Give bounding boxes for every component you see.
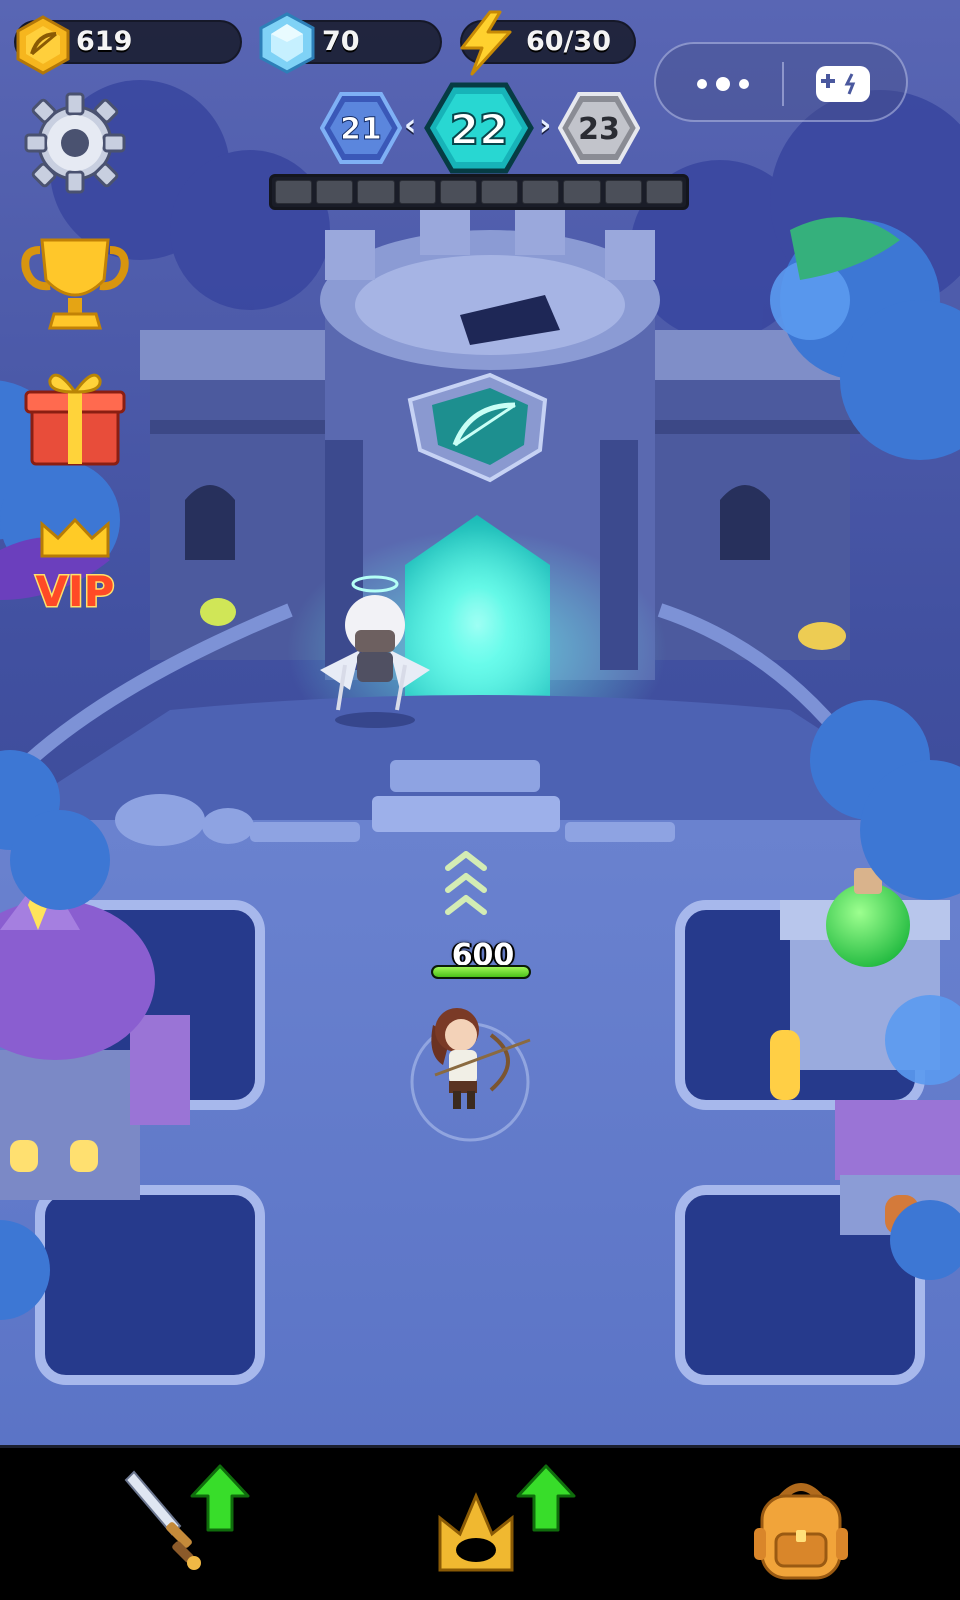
vip-label: VIP — [36, 567, 115, 616]
lightning-icon — [460, 10, 512, 76]
wave-progress-segment — [357, 180, 395, 204]
crown-icon — [40, 517, 110, 558]
diamond-icon — [259, 12, 315, 74]
level-node-current[interactable]: 22 — [424, 82, 534, 174]
wave-progress-segment — [604, 180, 642, 204]
archer-hero — [410, 1008, 531, 1142]
settings-button[interactable] — [20, 88, 130, 198]
wave-progress-segment — [398, 180, 436, 204]
level-chevron-left-icon: ‹ — [404, 108, 417, 143]
bow-coin-icon — [16, 15, 70, 75]
energy-counter[interactable]: 60/30 — [460, 10, 636, 76]
wave-progress-segment — [316, 180, 354, 204]
heroes-button[interactable] — [430, 1460, 590, 1590]
level-current-label: 22 — [450, 105, 508, 154]
gems-counter[interactable]: 70 — [259, 12, 442, 74]
wave-progress-segment — [275, 180, 313, 204]
player-hp-fill — [433, 967, 529, 977]
game-screen: 600 619 70 60/30 21 22 23 ‹ › VIP — [0, 0, 960, 1600]
wave-progress-segment — [645, 180, 684, 204]
sword-icon — [124, 1470, 201, 1570]
backpack-icon — [754, 1483, 848, 1580]
upgrade-arrow-icon — [516, 1464, 576, 1532]
level-node-previous[interactable]: 21 — [320, 92, 402, 164]
level-previous-label: 21 — [340, 112, 382, 147]
gold-value: 619 — [76, 26, 133, 57]
gear-icon — [24, 92, 126, 194]
bottom-nav-bar — [0, 1445, 960, 1600]
vip-button[interactable]: VIP — [20, 516, 130, 626]
wave-progress-segment — [522, 180, 560, 204]
gift-button[interactable] — [20, 362, 130, 472]
miniprogram-capsule — [654, 42, 908, 122]
ranking-button[interactable] — [20, 232, 130, 342]
wave-progress-segment — [481, 180, 519, 204]
gold-counter[interactable]: 619 — [14, 15, 242, 75]
player-hp-bar — [431, 965, 531, 979]
level-next-label: 23 — [578, 112, 620, 147]
wave-progress-segment — [439, 180, 478, 204]
wave-progress-bar — [269, 174, 689, 210]
crown-icon — [438, 1492, 514, 1572]
gamepad-icon[interactable] — [812, 62, 874, 106]
gems-value: 70 — [322, 26, 360, 57]
level-chevron-right-icon: › — [539, 108, 552, 143]
trophy-icon — [21, 238, 129, 330]
level-node-next[interactable]: 23 — [558, 92, 640, 164]
game-scene — [0, 0, 960, 1445]
winged-knight-enemy — [320, 575, 430, 728]
weapon-button[interactable] — [118, 1460, 268, 1590]
energy-value: 60/30 — [526, 26, 612, 57]
upgrade-arrow-icon — [190, 1464, 250, 1532]
wave-progress-segment — [563, 180, 601, 204]
gift-icon — [24, 373, 126, 466]
backpack-button[interactable] — [752, 1476, 850, 1586]
capsule-divider — [782, 62, 784, 106]
more-dots-icon[interactable] — [692, 70, 754, 98]
